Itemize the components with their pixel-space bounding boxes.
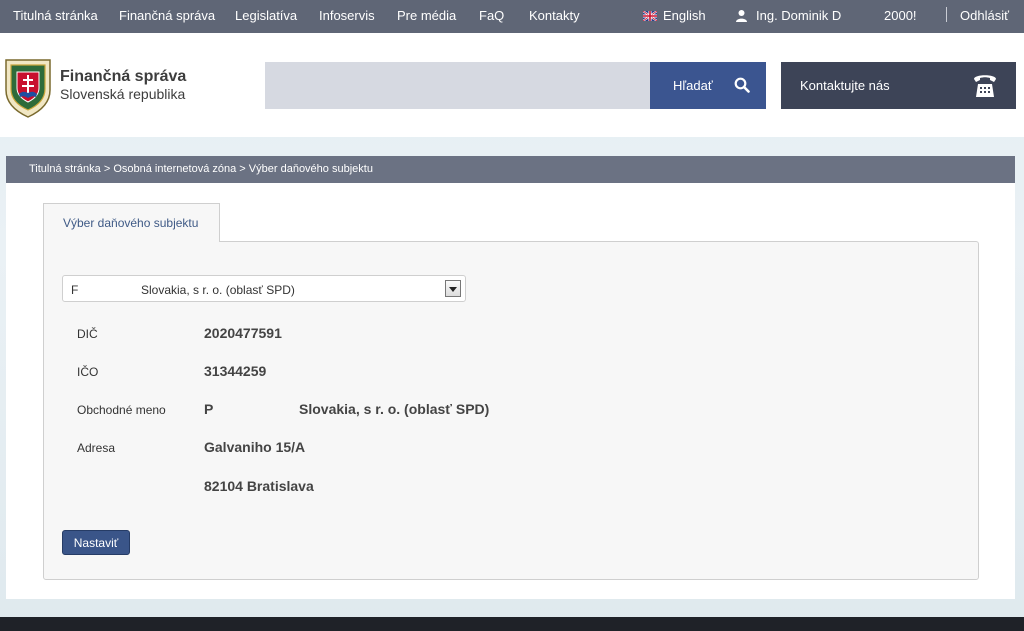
nav-home[interactable]: Titulná stránka (13, 8, 98, 23)
set-button[interactable]: Nastaviť (62, 530, 130, 555)
nav-financna-sprava[interactable]: Finančná správa (119, 8, 215, 23)
nav-pre-media[interactable]: Pre média (397, 8, 456, 23)
footer-bar (0, 617, 1024, 631)
contact-button[interactable]: Kontaktujte nás (781, 62, 1016, 109)
top-navigation: Titulná stránka Finančná správa Legislat… (0, 0, 1024, 33)
address-line1: Galvaniho 15/A (204, 439, 306, 455)
breadcrumb-home[interactable]: Titulná stránka (29, 163, 101, 175)
company-name-value: Slovakia, s r. o. (oblasť SPD) (299, 401, 490, 417)
user-id: 2000! (884, 8, 917, 23)
company-name-code: P (204, 401, 214, 417)
separator (946, 7, 947, 22)
breadcrumb-current: Výber daňového subjektu (248, 163, 373, 175)
user-name: Ing. Dominik D (756, 8, 842, 23)
user-icon (736, 10, 747, 22)
contact-button-label: Kontaktujte nás (800, 78, 890, 93)
select-value: Slovakia, s r. o. (oblasť SPD) (141, 283, 295, 297)
nav-kontakty[interactable]: Kontakty (529, 8, 580, 23)
address-line2: 82104 Bratislava (204, 478, 314, 494)
language-label: English (663, 8, 706, 23)
logo-subtitle[interactable]: Slovenská republika (60, 86, 185, 102)
ico-value: 31344259 (204, 363, 267, 379)
select-code: F (71, 283, 79, 297)
language-switch[interactable]: English (643, 8, 706, 23)
company-name-label: Obchodné meno (77, 403, 166, 417)
uk-flag-icon (643, 11, 657, 21)
tab-vyber-subjektu[interactable]: Výber daňového subjektu (43, 203, 220, 242)
search-icon (734, 77, 750, 93)
breadcrumb-separator: > (103, 163, 111, 175)
subject-panel: F Slovakia, s r. o. (oblasť SPD) DIČ 202… (43, 241, 979, 580)
logout-link[interactable]: Odhlásiť (960, 8, 1009, 23)
financna-sprava-emblem-icon[interactable] (3, 56, 53, 118)
search-button[interactable]: Hľadať (650, 62, 766, 109)
header: Finančná správa Slovenská republika Hľad… (0, 33, 1024, 137)
nav-legislativa[interactable]: Legislatíva (235, 8, 297, 23)
chevron-down-icon[interactable] (445, 280, 461, 297)
search-input[interactable] (265, 62, 650, 109)
address-label: Adresa (77, 441, 116, 455)
dic-label: DIČ (77, 327, 98, 341)
user-menu[interactable]: Ing. Dominik D (735, 8, 841, 23)
logo-title[interactable]: Finančná správa (60, 68, 186, 86)
breadcrumb: Titulná stránka > Osobná internetová zón… (6, 156, 1015, 183)
main-content: Výber daňového subjektu F Slovakia, s r.… (6, 183, 1015, 599)
nav-infoservis[interactable]: Infoservis (319, 8, 375, 23)
breadcrumb-separator: > (239, 163, 246, 175)
ico-label: IČO (77, 365, 99, 379)
dic-value: 2020477591 (204, 325, 282, 341)
subject-select[interactable]: F Slovakia, s r. o. (oblasť SPD) (62, 275, 466, 302)
breadcrumb-osobna-zona[interactable]: Osobná internetová zóna (113, 163, 236, 175)
telephone-icon (974, 75, 996, 97)
nav-faq[interactable]: FaQ (479, 8, 504, 23)
search-button-label: Hľadať (673, 78, 713, 93)
